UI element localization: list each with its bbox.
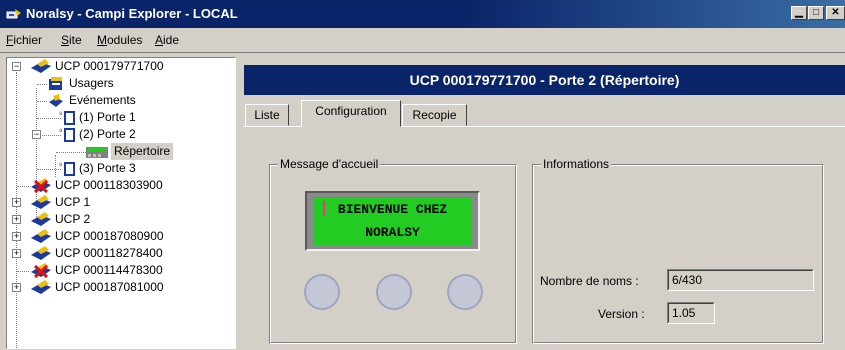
keypad-button-3[interactable]	[447, 274, 483, 310]
tree-node-ucp-1[interactable]: + UCP 1	[7, 194, 233, 211]
maximize-icon: □	[812, 7, 820, 18]
tree-node-porte-3[interactable]: ⁸ (3) Porte 3	[7, 160, 233, 177]
names-count-field: 6/430	[667, 269, 814, 291]
door-icon	[64, 128, 75, 142]
tree-node-repertoire[interactable]: Répertoire	[7, 143, 233, 160]
close-icon: ✕	[831, 7, 840, 18]
panel-header: UCP 000179771700 - Porte 2 (Répertoire)	[244, 65, 845, 95]
tab-recopie[interactable]: Recopie	[402, 104, 467, 126]
tree-node-label: Evénements	[69, 93, 136, 107]
version-value: 1.05	[668, 303, 714, 323]
collapse-icon[interactable]: −	[32, 130, 41, 139]
tree-node-label: UCP 2	[55, 212, 91, 226]
minimize-icon: ▁	[795, 7, 803, 18]
tree-node-label: UCP 000118303900	[55, 178, 163, 192]
names-count-value: 6/430	[668, 270, 813, 290]
tree-node-ucp-2[interactable]: + UCP 2	[7, 211, 233, 228]
tree-node-label: (3) Porte 3	[79, 161, 136, 175]
tree-node-label: (1) Porte 1	[79, 110, 136, 124]
keypad-button-1[interactable]	[304, 274, 340, 310]
tree-node-label: UCP 1	[55, 195, 91, 209]
tree-node-ucp-000118278400[interactable]: + UCP 000118278400	[7, 245, 233, 262]
keypad-icon	[86, 147, 108, 158]
tree-line	[56, 152, 86, 154]
expand-icon[interactable]: +	[12, 215, 21, 224]
minimize-button[interactable]: ▁	[791, 6, 807, 20]
group-title: Informations	[541, 157, 612, 171]
collapse-icon[interactable]: −	[12, 62, 21, 71]
tree-node-evenements[interactable]: Evénements	[7, 92, 233, 109]
tree-node-label: (2) Porte 2	[79, 127, 136, 141]
expand-icon[interactable]: +	[12, 232, 21, 241]
lcd-line-2: NORALSY	[365, 225, 420, 240]
controller-icon	[31, 212, 51, 226]
tree-node-label: UCP 000179771700	[55, 59, 164, 73]
tree-line	[37, 118, 61, 120]
site-tree[interactable]: − UCP 000179771700 Usagers Evénements ⁸ …	[6, 57, 236, 349]
tree-node-label: UCP 000118278400	[55, 246, 163, 260]
version-field: 1.05	[667, 302, 715, 324]
group-title: Message d'accueil	[278, 157, 381, 171]
lcd-display-frame: BIENVENUE CHEZ NORALSY	[305, 191, 480, 251]
controller-error-icon	[31, 263, 51, 279]
expand-icon[interactable]: +	[12, 249, 21, 258]
tree-line	[17, 271, 29, 273]
tab-liste[interactable]: Liste	[245, 104, 289, 126]
tree-node-ucp-000114478300[interactable]: UCP 000114478300	[7, 262, 233, 279]
menu-fichier[interactable]: Fichier	[6, 33, 42, 47]
tree-node-usagers[interactable]: Usagers	[7, 75, 233, 92]
tree-node-label: UCP 000187080900	[55, 229, 164, 243]
door-icon	[64, 162, 75, 176]
controller-icon	[31, 195, 51, 209]
key-icon: ⁸	[59, 127, 63, 136]
controller-icon	[31, 229, 51, 243]
tree-node-ucp-000187080900[interactable]: + UCP 000187080900	[7, 228, 233, 245]
tree-node-porte-2[interactable]: − ⁸ (2) Porte 2	[7, 126, 233, 143]
controller-icon	[31, 246, 51, 260]
users-book-icon	[49, 77, 62, 90]
menu-bar: Fichier Site Modules Aide	[0, 28, 845, 53]
tree-node-label: Répertoire	[111, 143, 174, 160]
tree-node-ucp-000118303900[interactable]: UCP 000118303900	[7, 177, 233, 194]
controller-icon	[31, 59, 51, 73]
names-count-label: Nombre de noms :	[540, 274, 639, 288]
tree-node-ucp-000179771700[interactable]: − UCP 000179771700	[7, 58, 233, 75]
key-icon: ⁸	[59, 161, 63, 170]
tree-node-ucp-000187081000[interactable]: + UCP 000187081000	[7, 279, 233, 296]
expand-icon[interactable]: +	[12, 198, 21, 207]
maximize-button[interactable]: □	[808, 6, 824, 20]
tree-node-porte-1[interactable]: ⁸ (1) Porte 1	[7, 109, 233, 126]
tree-node-label: UCP 000187081000	[55, 280, 164, 294]
tree-node-label: Usagers	[69, 76, 114, 90]
app-icon	[6, 9, 21, 19]
title-bar[interactable]: Noralsy - Campi Explorer - LOCAL ▁ □ ✕	[0, 0, 845, 28]
key-icon: ⁸	[59, 110, 63, 119]
tree-line	[37, 101, 47, 103]
menu-aide[interactable]: Aide	[155, 33, 179, 47]
tree-line	[17, 186, 29, 188]
window-title: Noralsy - Campi Explorer - LOCAL	[26, 6, 238, 21]
lcd-line-1: BIENVENUE CHEZ	[337, 202, 448, 217]
expand-icon[interactable]: +	[12, 283, 21, 292]
keypad-button-2[interactable]	[376, 274, 412, 310]
door-icon	[64, 111, 75, 125]
tree-line	[37, 169, 61, 171]
close-button[interactable]: ✕	[826, 6, 845, 20]
version-label: Version :	[598, 307, 645, 321]
tab-configuration[interactable]: Configuration	[301, 100, 401, 127]
controller-error-icon	[31, 178, 51, 194]
tree-node-label: UCP 000114478300	[55, 263, 163, 277]
menu-modules[interactable]: Modules	[97, 33, 142, 47]
controller-icon	[31, 280, 51, 294]
menu-site[interactable]: Site	[61, 33, 82, 47]
tree-line	[37, 84, 47, 86]
lcd-screen[interactable]: BIENVENUE CHEZ NORALSY	[313, 197, 472, 245]
